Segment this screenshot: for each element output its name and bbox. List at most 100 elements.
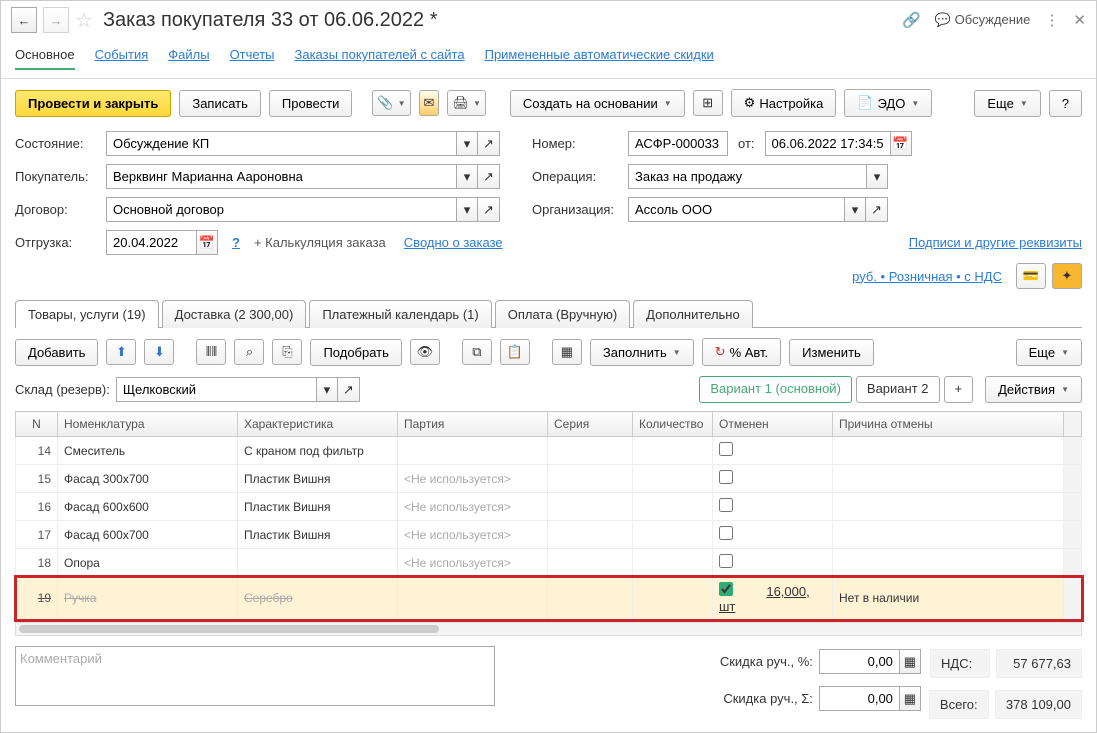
fill-dropdown[interactable]: Заполнить▼ [590,339,694,366]
org-input[interactable] [628,197,844,222]
structure-icon[interactable]: ⊞ [693,90,723,116]
attach-dropdown[interactable]: 📎▼ [372,90,410,116]
org-dropdown-icon[interactable]: ▾ [844,197,866,222]
card-icon[interactable]: 💳 [1016,263,1046,289]
col-qty[interactable]: Количество [633,412,713,437]
scan-icon[interactable]: ⌕ [234,339,264,365]
col-nom[interactable]: Номенклатура [58,412,238,437]
fill-from-icon[interactable]: ⎘ [272,339,302,365]
warehouse-open-icon[interactable]: ↗ [338,377,360,402]
help-button[interactable]: ? [1049,90,1082,117]
warehouse-dropdown-icon[interactable]: ▾ [316,377,338,402]
cell-cancelled[interactable] [713,437,833,465]
date-input[interactable] [765,131,890,156]
tab-discounts[interactable]: Примененные автоматические скидки [485,47,714,70]
org-open-icon[interactable]: ↗ [866,197,888,222]
discount-pct-calc-icon[interactable]: ▦ [899,649,921,674]
settings-button[interactable]: ⚙ Настройка [731,89,837,117]
comment-textarea[interactable]: Комментарий [15,646,495,706]
ship-date-input[interactable] [106,230,196,255]
cancelled-checkbox[interactable] [719,498,733,512]
col-party[interactable]: Партия [398,412,548,437]
kebab-menu-icon[interactable]: ⋮ [1044,11,1059,29]
cancelled-checkbox[interactable] [719,442,733,456]
cancelled-checkbox[interactable] [719,526,733,540]
tab-payment[interactable]: Оплата (Вручную) [495,300,630,328]
tab-goods[interactable]: Товары, услуги (19) [15,300,159,328]
summary-link[interactable]: Сводно о заказе [404,235,503,250]
discount-sum-input[interactable] [819,686,899,711]
contract-open-icon[interactable]: ↗ [478,197,500,222]
table-row[interactable]: 17Фасад 600х700Пластик Вишня<Не использу… [16,521,1082,549]
state-dropdown-icon[interactable]: ▾ [456,131,478,156]
buyer-open-icon[interactable]: ↗ [478,164,500,189]
tab-files[interactable]: Файлы [168,47,209,70]
warehouse-input[interactable] [116,377,316,402]
tab-delivery[interactable]: Доставка (2 300,00) [162,300,307,328]
link-icon[interactable]: 🔗 [902,11,921,29]
cancelled-checkbox[interactable] [719,582,733,596]
cell-cancelled[interactable]: 16,000, шт [713,577,833,620]
move-up-icon[interactable]: ⬆ [106,339,136,365]
back-button[interactable]: ← [11,7,37,33]
cancelled-checkbox[interactable] [719,470,733,484]
actions-dropdown[interactable]: Действия▼ [985,376,1082,403]
ship-help-link[interactable]: ? [232,235,240,250]
close-icon[interactable]: ✕ [1073,11,1086,29]
subbar-more-button[interactable]: Еще▼ [1016,339,1082,366]
operation-input[interactable] [628,164,866,189]
paste-icon[interactable]: 📋 [500,339,530,365]
ship-calendar-icon[interactable]: 📅 [196,230,218,255]
favorite-star-icon[interactable]: ☆ [75,8,93,33]
col-cancelled[interactable]: Отменен [713,412,833,437]
add-variant-button[interactable]: + [944,376,974,403]
post-and-close-button[interactable]: Провести и закрыть [15,90,171,117]
price-type-link[interactable]: руб. • Розничная • с НДС [852,269,1002,284]
tab-site-orders[interactable]: Заказы покупателей с сайта [295,47,465,70]
edo-dropdown[interactable]: 📄 ЭДО▼ [844,89,932,117]
tab-main[interactable]: Основное [15,47,75,70]
tab-additional[interactable]: Дополнительно [633,300,753,328]
discussion-button[interactable]: 💬 Обсуждение [935,12,1031,28]
col-series[interactable]: Серия [548,412,633,437]
variant-1-button[interactable]: Вариант 1 (основной) [699,376,852,403]
table-row[interactable]: 14СмесительС краном под фильтр [16,437,1082,465]
buyer-dropdown-icon[interactable]: ▾ [456,164,478,189]
table-row[interactable]: 18Опора<Не используется> [16,549,1082,577]
tab-payment-calendar[interactable]: Платежный календарь (1) [309,300,491,328]
pick-button[interactable]: Подобрать [310,339,401,366]
table-row[interactable]: 19РучкаСеребро 16,000, штНет в наличии [16,577,1082,620]
tab-events[interactable]: События [95,47,149,70]
cancelled-checkbox[interactable] [719,554,733,568]
number-input[interactable] [628,131,728,156]
print-dropdown[interactable]: 🖨▼ [447,90,485,116]
state-input[interactable] [106,131,456,156]
cell-cancelled[interactable] [713,549,833,577]
add-row-button[interactable]: Добавить [15,339,98,366]
cell-cancelled[interactable] [713,493,833,521]
tab-reports[interactable]: Отчеты [230,47,275,70]
calendar-icon[interactable]: 📅 [890,131,912,156]
col-reason[interactable]: Причина отмены [833,412,1064,437]
discount-sum-calc-icon[interactable]: ▦ [899,686,921,711]
forward-button[interactable]: → [43,7,69,33]
columns-icon[interactable]: ▦ [552,339,582,365]
move-down-icon[interactable]: ⬇ [144,339,174,365]
mail-button[interactable]: ✉ [419,90,440,116]
auto-percent-button[interactable]: ↻ % Авт. [702,338,782,366]
table-row[interactable]: 15Фасад 300х700Пластик Вишня<Не использу… [16,465,1082,493]
calc-link[interactable]: + Калькуляция заказа [254,235,386,250]
buyer-input[interactable] [106,164,456,189]
post-button[interactable]: Провести [269,90,353,117]
barcode-icon[interactable]: ⦀⦀ [196,339,226,365]
more-button[interactable]: Еще▼ [974,90,1040,117]
create-based-dropdown[interactable]: Создать на основании▼ [510,90,685,117]
contract-input[interactable] [106,197,456,222]
col-n[interactable]: N [16,412,58,437]
copy-icon[interactable]: ⧉ [462,339,492,365]
horizontal-scrollbar[interactable] [15,622,1082,636]
contract-dropdown-icon[interactable]: ▾ [456,197,478,222]
operation-dropdown-icon[interactable]: ▾ [866,164,888,189]
save-button[interactable]: Записать [179,90,261,117]
table-row[interactable]: 16Фасад 600х600Пластик Вишня<Не использу… [16,493,1082,521]
